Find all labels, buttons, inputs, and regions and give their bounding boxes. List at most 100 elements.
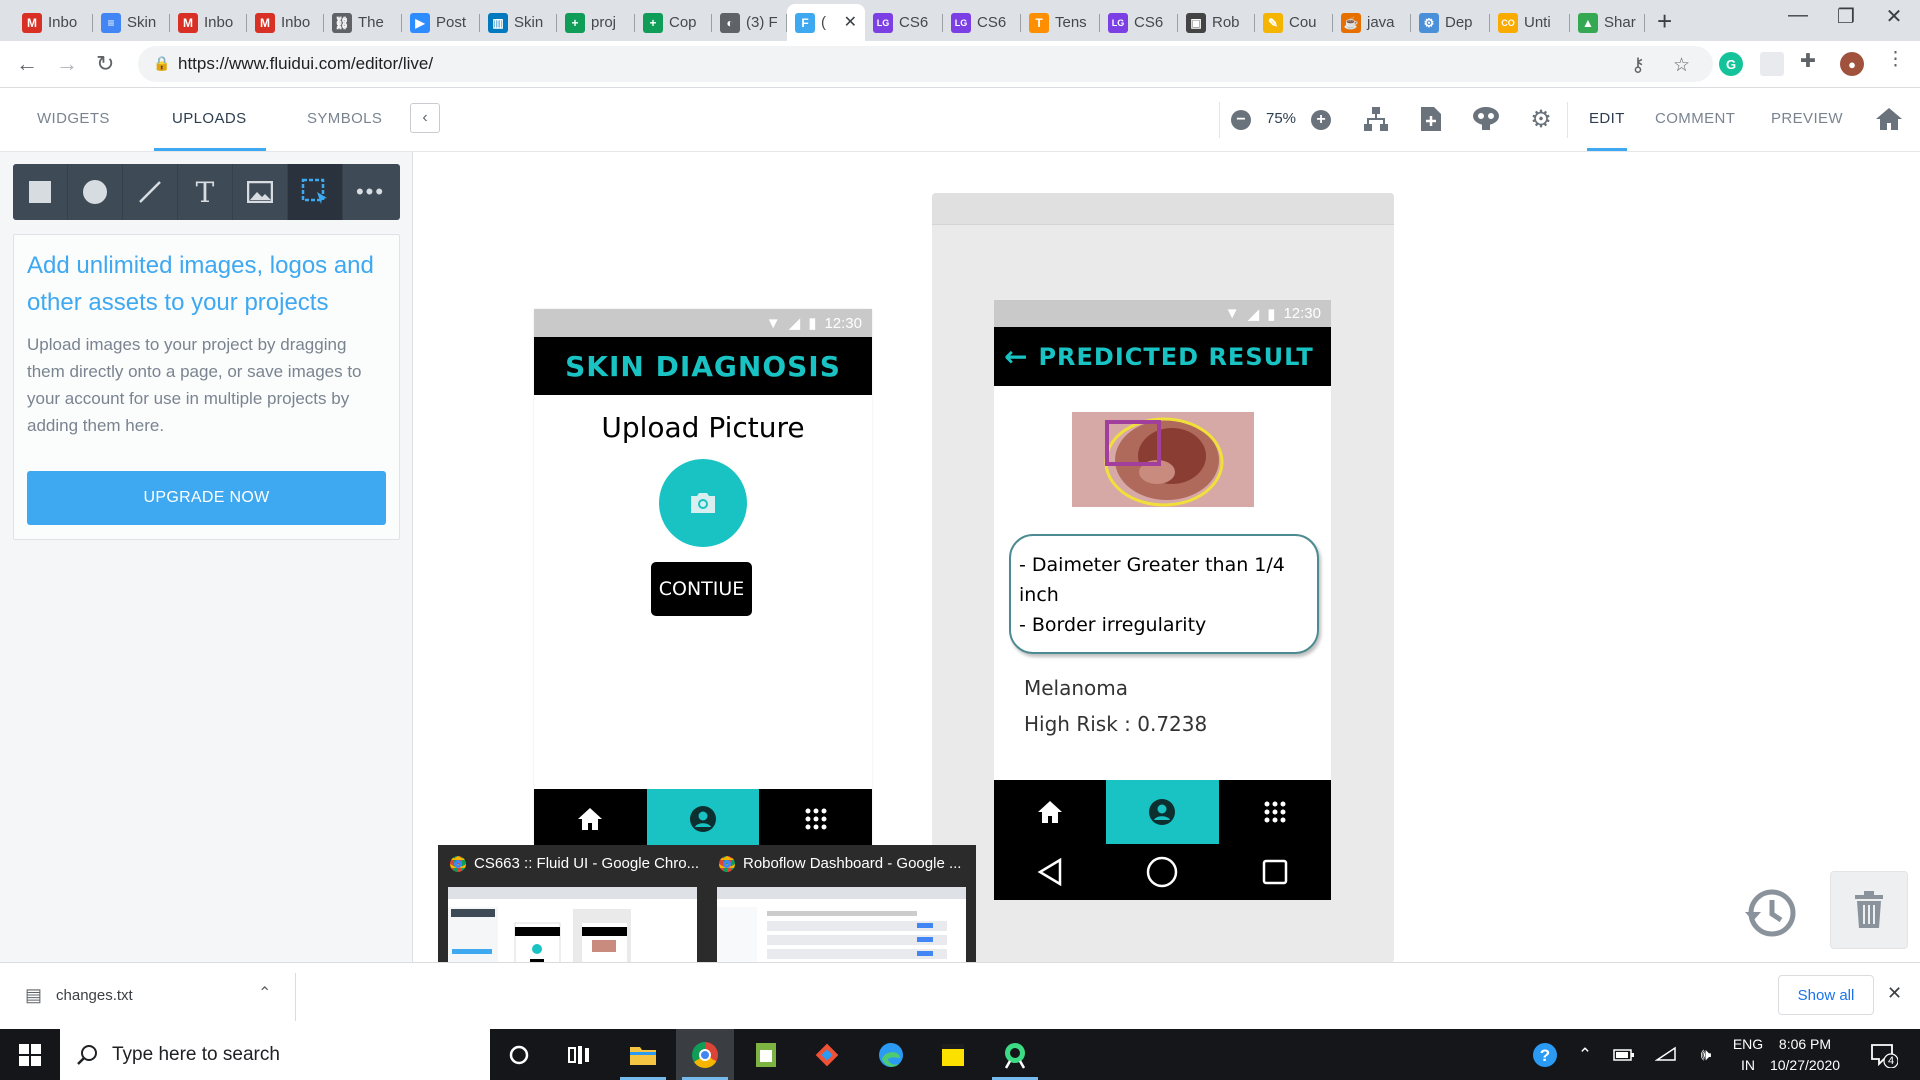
nav-home[interactable] [534, 789, 647, 849]
browser-tab[interactable]: M Inbo [247, 4, 324, 41]
forward-icon[interactable]: → [56, 51, 78, 77]
image-tool-icon[interactable] [233, 164, 288, 220]
nav-apps[interactable] [1219, 780, 1331, 844]
browser-tab[interactable]: ≡ Skin [93, 4, 170, 41]
new-tab-icon[interactable]: + [1657, 6, 1672, 37]
extensions-puzzle-icon[interactable]: ✚ [1800, 50, 1816, 73]
add-page-icon[interactable] [1415, 103, 1447, 135]
url-text[interactable]: https://www.fluidui.com/editor/live/ [178, 54, 433, 74]
wifi-icon[interactable] [1648, 1029, 1684, 1080]
browser-tab[interactable]: M Inbo [14, 4, 93, 41]
notification-center-icon[interactable]: 4 [1862, 1029, 1906, 1080]
mode-edit[interactable]: EDIT [1589, 110, 1625, 127]
browser-tab[interactable]: ▣ Rob [1178, 4, 1255, 41]
back-arrow-icon[interactable]: ← [1004, 340, 1028, 373]
sitemap-icon[interactable] [1360, 103, 1392, 135]
browser-tab[interactable]: ▥ Skin [480, 4, 557, 41]
close-tab-icon[interactable]: ✕ [844, 12, 857, 32]
omnibox[interactable]: 🔒 https://www.fluidui.com/editor/live/ ⚷… [138, 46, 1713, 82]
android-studio-icon[interactable] [986, 1029, 1044, 1080]
chevron-up-icon[interactable]: ⌃ [258, 983, 271, 1003]
close-icon[interactable]: ✕ [1887, 983, 1902, 1004]
browser-tab[interactable]: M Inbo [170, 4, 247, 41]
lock-icon[interactable]: 🔒 [153, 55, 170, 72]
bookmark-star-icon[interactable]: ☆ [1673, 54, 1690, 77]
collapse-sidebar-button[interactable]: ‹ [410, 103, 440, 133]
cortana-icon[interactable] [490, 1029, 548, 1080]
mode-preview[interactable]: PREVIEW [1771, 110, 1843, 127]
taskbar-search[interactable]: Type here to search [60, 1029, 490, 1080]
nav-profile[interactable] [646, 789, 760, 849]
sheets-taskbar-icon[interactable] [737, 1029, 795, 1080]
line-tool-icon[interactable] [123, 164, 178, 220]
deploy-icon: ⚙ [1419, 12, 1439, 33]
browser-tab[interactable]: ▶ Post [402, 4, 480, 41]
hotspot-tool-icon[interactable] [288, 164, 343, 220]
browser-tab[interactable]: LG CS6 [865, 4, 943, 41]
key-icon[interactable]: ⚷ [1631, 54, 1645, 77]
browser-tab[interactable]: F (✕ [787, 4, 865, 41]
reload-icon[interactable]: ↻ [96, 51, 114, 77]
battery-icon[interactable] [1606, 1029, 1642, 1080]
android-home-icon[interactable] [1106, 844, 1218, 900]
tab-uploads[interactable]: UPLOADS [172, 110, 247, 127]
browser-tab[interactable]: + proj [557, 4, 635, 41]
file-explorer-icon[interactable] [614, 1029, 672, 1080]
text-tool-icon[interactable]: T [178, 164, 233, 220]
sticky-notes-icon[interactable] [924, 1029, 982, 1080]
show-all-button[interactable]: Show all [1778, 975, 1874, 1015]
start-button[interactable] [0, 1029, 60, 1080]
help-icon[interactable]: ? [1527, 1029, 1563, 1080]
zoom-in-icon[interactable]: + [1311, 110, 1331, 130]
extension-blank-icon[interactable] [1760, 52, 1784, 76]
edge-icon[interactable] [862, 1029, 920, 1080]
nav-home[interactable] [994, 780, 1106, 844]
minimize-icon[interactable]: — [1775, 4, 1821, 27]
camera-button[interactable] [659, 459, 747, 547]
delete-button[interactable] [1830, 871, 1908, 949]
browser-menu-icon[interactable]: ⋮ [1886, 48, 1905, 71]
tab-widgets[interactable]: WIDGETS [37, 110, 110, 127]
zoom-out-icon[interactable]: − [1231, 110, 1251, 130]
task-view-icon[interactable] [550, 1029, 608, 1080]
volume-icon[interactable]: 🕪 [1688, 1029, 1724, 1080]
back-icon[interactable]: ← [16, 51, 38, 77]
browser-tab[interactable]: ▲ Shar [1570, 4, 1645, 41]
browser-tab[interactable]: CO Unti [1490, 4, 1570, 41]
profile-avatar[interactable]: ● [1840, 52, 1864, 76]
git-app-icon[interactable] [798, 1029, 856, 1080]
browser-tab[interactable]: LG CS6 [1100, 4, 1178, 41]
android-recents-icon[interactable] [1219, 844, 1331, 900]
predicted-result-screen[interactable]: ▼ ◢ ▮ 12:30 ← PREDICTED RESULT - Daimete… [994, 300, 1331, 900]
taskbar-clock[interactable]: 8:06 PM 10/27/2020 [1760, 1034, 1850, 1076]
grammarly-icon[interactable]: G [1719, 52, 1743, 76]
chrome-taskbar-icon[interactable] [676, 1029, 734, 1080]
browser-tab[interactable]: ⛓ The [324, 4, 402, 41]
skin-diagnosis-screen[interactable]: ▼ ◢ ▮ 12:30 SKIN DIAGNOSIS Upload Pictur… [534, 309, 872, 849]
more-tools-icon[interactable]: ••• [343, 164, 398, 220]
download-item[interactable]: ▤ changes.txt [25, 985, 133, 1006]
tab-symbols[interactable]: SYMBOLS [307, 110, 382, 127]
window-close-icon[interactable]: ✕ [1871, 4, 1917, 29]
restore-icon[interactable]: ❐ [1823, 4, 1869, 29]
home-icon[interactable] [1873, 103, 1905, 135]
ellipse-tool-icon[interactable] [68, 164, 123, 220]
nav-apps[interactable] [759, 789, 872, 849]
settings-gear-icon[interactable]: ⚙ [1525, 103, 1557, 135]
browser-tab[interactable]: ◐ (3) F [712, 4, 787, 41]
rectangle-tool-icon[interactable] [13, 164, 68, 220]
android-back-icon[interactable] [994, 844, 1106, 900]
browser-tab[interactable]: ☕ java [1333, 4, 1411, 41]
nav-profile[interactable] [1106, 780, 1219, 844]
mode-comment[interactable]: COMMENT [1655, 110, 1735, 127]
chevron-up-icon[interactable]: ⌃ [1570, 1029, 1600, 1080]
browser-tab[interactable]: LG CS6 [943, 4, 1021, 41]
browser-tab[interactable]: + Cop [635, 4, 712, 41]
user-testing-icon[interactable] [1470, 103, 1502, 135]
continue-button[interactable]: CONTIUE [651, 562, 752, 616]
history-button[interactable] [1740, 883, 1800, 943]
browser-tab[interactable]: T Tens [1021, 4, 1100, 41]
upgrade-now-button[interactable]: UPGRADE NOW [27, 471, 386, 525]
browser-tab[interactable]: ⚙ Dep [1411, 4, 1490, 41]
browser-tab[interactable]: ✎ Cou [1255, 4, 1333, 41]
